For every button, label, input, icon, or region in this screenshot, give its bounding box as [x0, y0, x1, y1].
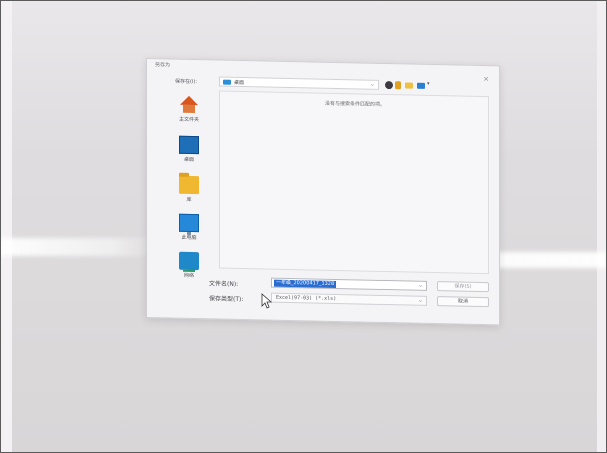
place-label: 此电脑: [181, 234, 197, 242]
back-icon[interactable]: [385, 81, 393, 90]
mouse-cursor-icon: [261, 293, 273, 309]
place-computer[interactable]: 此电脑: [167, 211, 211, 246]
close-icon[interactable]: ×: [483, 75, 489, 83]
new-folder-icon[interactable]: [405, 82, 413, 89]
computer-icon: [179, 213, 199, 233]
chevron-down-icon[interactable]: ⌄: [418, 282, 423, 289]
library-icon: [179, 175, 199, 195]
location-dropdown[interactable]: 桌面 ⌄: [219, 76, 379, 90]
network-icon: [179, 251, 199, 271]
save-in-label: 保存在(I):: [175, 78, 198, 86]
save-as-dialog: 另存为 × 保存在(I): 桌面 ⌄ ▾ 主文件夹 桌面 库 此电脑 网络 没有…: [146, 58, 500, 326]
filetype-label: 保存类型(T):: [209, 295, 244, 304]
filetype-value: Excel(97-03) (*.xls): [276, 294, 337, 302]
background-edge-right: [597, 0, 607, 453]
place-home[interactable]: 主文件夹: [167, 93, 211, 128]
location-value: 桌面: [234, 79, 245, 87]
dialog-title: 另存为: [155, 62, 171, 69]
dialog-toolbar: ▾: [383, 80, 453, 91]
empty-message: 没有与搜索条件匹配的项。: [324, 100, 385, 109]
place-label: 网络: [183, 272, 194, 280]
view-menu-icon[interactable]: [417, 82, 425, 89]
place-network[interactable]: 网络: [167, 249, 211, 284]
save-button[interactable]: 保存(S): [437, 281, 489, 293]
filename-input[interactable]: 一年级_20200417_1328 ⌄: [271, 277, 427, 291]
up-folder-icon[interactable]: [395, 81, 401, 90]
desktop-icon: [179, 135, 199, 155]
screen-glare-left: [0, 238, 160, 256]
desktop-folder-icon: [223, 79, 231, 85]
filename-value[interactable]: 一年级_20200417_1328: [274, 279, 337, 288]
cancel-button[interactable]: 取消: [437, 296, 489, 308]
place-library[interactable]: 库: [167, 173, 211, 208]
view-menu-chevron-icon[interactable]: ▾: [427, 81, 430, 87]
chevron-down-icon[interactable]: ⌄: [418, 297, 423, 304]
places-sidebar: 主文件夹 桌面 库 此电脑 网络: [167, 91, 211, 292]
place-label: 主文件夹: [178, 116, 199, 124]
background-edge-left: [0, 0, 12, 453]
filename-label: 文件名(N):: [209, 280, 239, 288]
filetype-select[interactable]: Excel(97-03) (*.xls) ⌄: [271, 292, 427, 306]
place-label: 库: [186, 196, 192, 203]
place-desktop[interactable]: 桌面: [167, 133, 211, 168]
file-list-view[interactable]: 没有与搜索条件匹配的项。: [219, 90, 489, 275]
place-label: 桌面: [183, 156, 194, 164]
chevron-down-icon[interactable]: ⌄: [370, 81, 375, 88]
home-icon: [179, 96, 199, 114]
